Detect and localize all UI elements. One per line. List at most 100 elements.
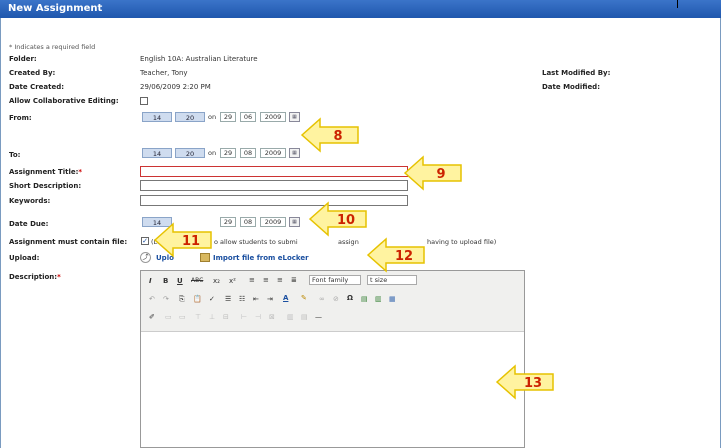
paste-icon[interactable]: 📋 <box>193 295 202 303</box>
calendar-icon[interactable]: ▦ <box>289 112 300 122</box>
import-link[interactable]: Import file from eLocker <box>213 254 309 262</box>
numbered-list-icon[interactable]: ☷ <box>239 295 245 303</box>
row-after-icon[interactable]: ⊥ <box>209 313 215 321</box>
to-on-text: on <box>208 149 217 157</box>
due-label: Date Due: <box>9 220 49 228</box>
required-note: * Indicates a required field <box>9 43 96 51</box>
must-contain-text: o allow students to submi <box>214 238 298 246</box>
edit-icon[interactable]: ✐ <box>149 313 155 321</box>
title-label: Assignment Title:* <box>9 168 83 176</box>
col-before-icon[interactable]: ⊢ <box>241 313 247 321</box>
callout-11-label: 11 <box>182 234 200 249</box>
due-year-input[interactable]: 2009 <box>260 217 286 227</box>
from-label: From: <box>9 114 32 122</box>
delete-row-icon[interactable]: ⊟ <box>223 313 229 321</box>
to-year-input[interactable]: 2009 <box>260 148 286 158</box>
delete-col-icon[interactable]: ⊠ <box>269 313 275 321</box>
bullet-list-icon[interactable]: ☰ <box>225 295 231 303</box>
unlink-icon[interactable]: ⊘ <box>333 295 339 303</box>
bold-button[interactable]: B <box>163 277 168 285</box>
subscript-button[interactable]: x₂ <box>213 277 220 285</box>
upload-icon[interactable]: ⤴ <box>140 252 151 263</box>
callout-arrow-icon: 8 <box>300 117 359 153</box>
superscript-button[interactable]: x² <box>229 277 236 285</box>
callout-arrow-icon: 12 <box>366 237 425 273</box>
merge-cells-icon[interactable]: ▤ <box>301 313 308 321</box>
media-icon[interactable]: ▥ <box>375 295 382 303</box>
editor-toolbar: I B U ABC x₂ x² ≡ ≡ ≡ ≣ Font family t si… <box>141 271 524 332</box>
created-by-label: Created By: <box>9 69 56 77</box>
underline-button[interactable]: U <box>177 277 183 285</box>
short-desc-label: Short Description: <box>9 182 82 190</box>
highlight-icon[interactable]: ✎ <box>301 294 307 302</box>
text-color-icon[interactable]: A <box>283 294 288 302</box>
to-day-input[interactable]: 29 <box>220 148 236 158</box>
callout-13-label: 13 <box>524 376 542 391</box>
from-on-text: on <box>208 113 217 121</box>
upload-label: Upload: <box>9 254 40 262</box>
undo-icon[interactable]: ↶ <box>149 295 155 303</box>
date-created-value: 29/06/2009 2:20 PM <box>140 83 211 91</box>
callout-arrow-icon: 13 <box>495 364 554 400</box>
title-input[interactable] <box>140 166 408 177</box>
keywords-label: Keywords: <box>9 197 51 205</box>
divider <box>677 0 678 8</box>
due-month-input[interactable]: 08 <box>240 217 256 227</box>
must-contain-label: Assignment must contain file: <box>9 238 128 246</box>
must-contain-text: having to upload file) <box>427 238 497 246</box>
align-center-icon[interactable]: ≡ <box>263 276 269 284</box>
font-size-select[interactable]: t size <box>367 275 417 285</box>
align-left-icon[interactable]: ≡ <box>249 276 255 284</box>
from-month-input[interactable]: 06 <box>240 112 256 122</box>
to-month-input[interactable]: 08 <box>240 148 256 158</box>
created-by-value: Teacher, Tony <box>140 69 188 77</box>
to-minute-select[interactable]: 20 <box>175 148 205 158</box>
spellcheck-icon[interactable]: ✓ <box>209 295 215 303</box>
special-char-icon[interactable]: Ω <box>347 294 353 302</box>
last-modified-label: Last Modified By: <box>542 69 611 77</box>
from-year-input[interactable]: 2009 <box>260 112 286 122</box>
folder-label: Folder: <box>9 55 37 63</box>
split-cells-icon[interactable]: ▥ <box>287 313 294 321</box>
callout-arrow-icon: 11 <box>153 222 212 258</box>
cell-props-icon[interactable]: ▭ <box>179 313 186 321</box>
callout-8-label: 8 <box>333 129 342 144</box>
description-label: Description:* <box>9 273 61 281</box>
from-minute-select[interactable]: 20 <box>175 112 205 122</box>
font-family-select[interactable]: Font family <box>309 275 361 285</box>
from-day-input[interactable]: 29 <box>220 112 236 122</box>
short-desc-input[interactable] <box>140 180 408 191</box>
indent-icon[interactable]: ⇥ <box>267 295 273 303</box>
strikethrough-button[interactable]: ABC <box>191 277 203 284</box>
from-hour-select[interactable]: 14 <box>142 112 172 122</box>
to-hour-select[interactable]: 14 <box>142 148 172 158</box>
horizontal-rule-icon[interactable]: — <box>315 313 322 321</box>
redo-icon[interactable]: ↷ <box>163 295 169 303</box>
align-right-icon[interactable]: ≡ <box>277 276 283 284</box>
collab-label: Allow Collaborative Editing: <box>9 97 119 105</box>
table-icon[interactable]: ▦ <box>389 295 396 303</box>
calendar-icon[interactable]: ▦ <box>289 217 300 227</box>
must-contain-checkbox[interactable]: ✓ <box>141 237 149 245</box>
folder-value: English 10A: Australian Literature <box>140 55 258 63</box>
to-label: To: <box>9 151 21 159</box>
calendar-icon[interactable]: ▦ <box>289 148 300 158</box>
italic-button[interactable]: I <box>149 277 152 285</box>
image-icon[interactable]: ▤ <box>361 295 368 303</box>
link-icon[interactable]: ∞ <box>319 295 325 303</box>
table-props-icon[interactable]: ▭ <box>165 313 172 321</box>
copy-icon[interactable]: ⎘ <box>179 295 185 304</box>
col-after-icon[interactable]: ⊣ <box>255 313 261 321</box>
rich-text-editor[interactable]: I B U ABC x₂ x² ≡ ≡ ≡ ≣ Font family t si… <box>140 270 525 448</box>
panel-title: New Assignment <box>0 0 721 18</box>
row-before-icon[interactable]: ⊤ <box>195 313 201 321</box>
callout-9-label: 9 <box>436 167 445 182</box>
collab-checkbox[interactable] <box>140 97 148 105</box>
must-contain-text: assign <box>338 238 359 246</box>
justify-icon[interactable]: ≣ <box>291 276 297 284</box>
due-day-input[interactable]: 29 <box>220 217 236 227</box>
callout-12-label: 12 <box>395 249 413 264</box>
callout-arrow-icon: 9 <box>403 155 462 191</box>
callout-arrow-icon: 10 <box>308 201 367 237</box>
outdent-icon[interactable]: ⇤ <box>253 295 259 303</box>
